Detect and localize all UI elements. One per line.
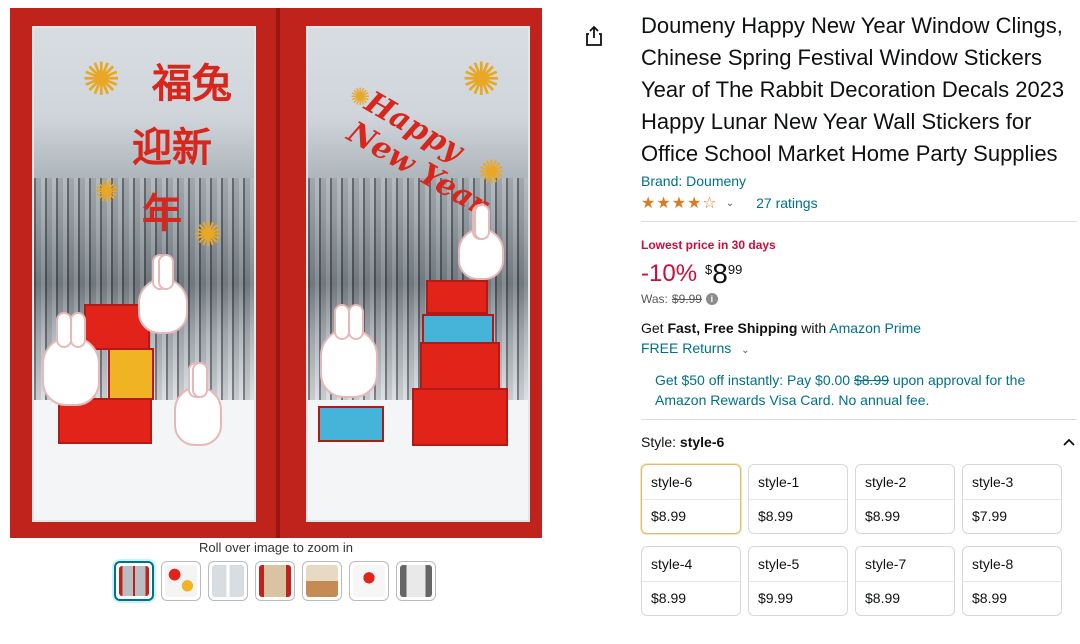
chinese-greeting-line-2: 迎新	[132, 124, 212, 171]
firework-icon: ✺	[462, 53, 501, 105]
share-button[interactable]	[579, 21, 609, 51]
was-label: Was:	[641, 292, 668, 306]
shipping-prefix: Get	[641, 320, 668, 336]
info-icon[interactable]: i	[705, 293, 718, 305]
chinese-greeting-line-3: 年	[142, 190, 182, 237]
deal-badge: Lowest price in 30 days	[641, 238, 776, 252]
rabbit-illustration	[174, 362, 222, 446]
style-option-price: $8.99	[972, 590, 1008, 606]
style-option-price: $8.99	[865, 508, 901, 524]
firework-icon: ✺	[194, 216, 223, 254]
amazon-prime-link[interactable]: Amazon Prime	[829, 320, 921, 336]
chevron-up-icon[interactable]	[1061, 434, 1077, 450]
gift-box	[422, 314, 494, 344]
style-option-price: $8.99	[865, 590, 901, 606]
style-options-grid: style-6 $8.99 style-1 $8.99 style-2 $8.9…	[641, 464, 1077, 616]
shipping-middle: with	[797, 320, 830, 336]
style-selected-value: style-6	[679, 434, 725, 450]
style-option-name: style-6	[642, 465, 740, 500]
ratings-count-link[interactable]: 27 ratings	[756, 195, 817, 211]
style-option-price: $7.99	[972, 508, 1008, 524]
chevron-down-icon[interactable]: ⌄	[726, 198, 734, 209]
left-window-panel: ✺ ✺ ✺ 福兔 迎新 年	[32, 26, 256, 522]
main-product-image[interactable]: ✺ ✺ ✺ 福兔 迎新 年 ✺ ✺ ✺ Happy New Year	[10, 8, 542, 538]
star-rating-icon[interactable]: ★★★★☆	[641, 193, 718, 213]
gift-box	[412, 388, 508, 446]
price-row: -10% $ 8 99	[641, 260, 1077, 292]
style-option-style-1[interactable]: style-1 $8.99	[748, 464, 848, 534]
style-option-name: style-3	[963, 465, 1061, 500]
brand-link[interactable]: Brand: Doumeny	[641, 172, 1077, 190]
rabbit-illustration	[458, 204, 504, 280]
share-icon	[586, 26, 602, 46]
style-option-price: $9.99	[758, 590, 794, 606]
rabbit-illustration	[138, 254, 188, 334]
window-divider	[276, 8, 280, 538]
price-currency: $	[705, 262, 713, 277]
free-returns-link[interactable]: FREE Returns ⌄	[641, 338, 1077, 361]
style-option-name: style-5	[749, 547, 847, 582]
style-option-name: style-1	[749, 465, 847, 500]
gift-box	[426, 280, 488, 314]
rating-row: ★★★★☆ ⌄ 27 ratings	[641, 193, 1077, 213]
style-option-style-3[interactable]: style-3 $7.99	[962, 464, 1062, 534]
firework-icon: ✺	[94, 176, 120, 209]
gift-box	[420, 342, 500, 390]
thumbnail-1[interactable]	[114, 561, 154, 601]
style-option-style-2[interactable]: style-2 $8.99	[855, 464, 955, 534]
discount-percent: -10%	[641, 260, 698, 287]
style-option-style-7[interactable]: style-7 $8.99	[855, 546, 955, 616]
thumbnail-4[interactable]	[255, 561, 295, 601]
gift-box	[318, 406, 384, 442]
free-returns-label: FREE Returns	[641, 340, 732, 356]
rabbit-illustration	[42, 312, 100, 406]
style-option-name: style-8	[963, 547, 1061, 582]
shipping-bold: Fast, Free Shipping	[667, 320, 798, 336]
style-label: Style:	[641, 434, 680, 450]
style-option-name: style-4	[642, 547, 740, 582]
thumbnail-strip	[114, 561, 436, 601]
divider	[641, 419, 1077, 420]
was-price-row: Was: $9.99 i	[641, 292, 1077, 306]
style-option-price: $8.99	[758, 508, 794, 524]
style-option-name: style-7	[856, 547, 954, 582]
chevron-down-icon: ⌄	[741, 345, 750, 356]
product-info-panel: Doumeny Happy New Year Window Clings, Ch…	[641, 10, 1077, 616]
thumbnail-3[interactable]	[208, 561, 248, 601]
product-title: Doumeny Happy New Year Window Clings, Ch…	[641, 13, 1065, 166]
style-option-price: $8.99	[651, 590, 687, 606]
promo-text-1: Get $50 off instantly: Pay $0.00	[655, 372, 854, 388]
style-label-row: Style: style-6	[641, 434, 724, 450]
thumbnail-5[interactable]	[302, 561, 342, 601]
style-option-style-8[interactable]: style-8 $8.99	[962, 546, 1062, 616]
promo-strike-price: $8.99	[853, 372, 890, 388]
divider	[641, 221, 1077, 222]
style-option-style-4[interactable]: style-4 $8.99	[641, 546, 741, 616]
firework-icon: ✺	[82, 53, 121, 105]
style-option-style-6[interactable]: style-6 $8.99	[641, 464, 741, 534]
style-selector-header[interactable]: Style: style-6	[641, 434, 1077, 450]
thumbnail-7[interactable]	[396, 561, 436, 601]
price-fraction: 99	[727, 262, 743, 277]
style-option-style-5[interactable]: style-5 $9.99	[748, 546, 848, 616]
was-price: $9.99	[671, 292, 702, 306]
right-window-panel: ✺ ✺ ✺ Happy New Year	[306, 26, 530, 522]
rabbit-illustration	[320, 304, 378, 398]
gift-box	[108, 348, 154, 400]
shipping-info: Get Fast, Free Shipping with Amazon Prim…	[641, 318, 1077, 338]
style-option-price: $8.99	[651, 508, 687, 524]
style-option-name: style-2	[856, 465, 954, 500]
price-whole: 8	[712, 258, 728, 289]
credit-card-promo[interactable]: Get $50 off instantly: Pay $0.00 $8.99 u…	[655, 370, 1065, 410]
thumbnail-6[interactable]	[349, 561, 389, 601]
zoom-caption: Roll over image to zoom in	[199, 540, 353, 555]
chinese-greeting-line-1: 福兔	[152, 60, 232, 107]
thumbnail-2[interactable]	[161, 561, 201, 601]
